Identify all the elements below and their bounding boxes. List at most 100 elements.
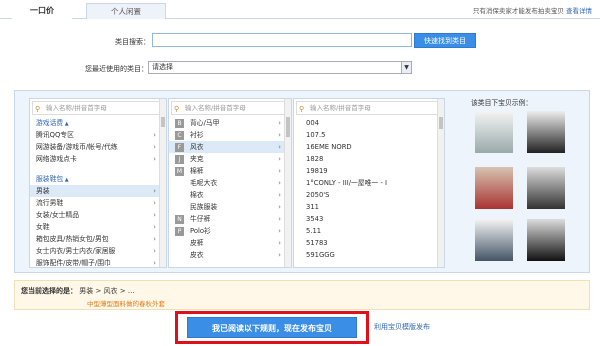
brand-item[interactable]: 16EME NORD	[294, 141, 444, 153]
category-column-3: ⚲ 输入名称/拼音首字母 004 107.5 16EME NORD 1828 19819…	[293, 98, 445, 268]
brand-label: 19819	[306, 167, 328, 175]
category-item[interactable]: 民族服装 ›	[169, 201, 291, 213]
brand-item[interactable]: 107.5	[294, 129, 444, 141]
category-item[interactable]: 女装/女士精品 ›	[30, 209, 166, 221]
category-item[interactable]: 皮衣 ›	[169, 249, 291, 261]
chevron-right-icon: ›	[153, 259, 156, 267]
category-search-input[interactable]	[152, 33, 412, 47]
auction-note-text: 只有消保卖家才能发布拍卖宝贝	[472, 7, 564, 15]
brand-label: 2050'S	[306, 191, 330, 199]
category-item[interactable]: 网络游戏点卡 ›	[30, 153, 166, 165]
brand-item[interactable]: 2050'S	[294, 189, 444, 201]
brand-item[interactable]: 004	[294, 117, 444, 129]
chevron-right-icon: ›	[278, 179, 281, 187]
brand-label: 1°CONLY - III/一屋唯一 - I	[306, 179, 387, 187]
group-label: 游戏话费	[36, 119, 64, 127]
samples-title: 该类目下宝贝示例：	[471, 99, 533, 107]
column-3-placeholder: 输入名称/拼音首字母	[310, 104, 371, 112]
recent-category-value: 请选择	[152, 63, 173, 71]
category-label: 皮衣	[190, 251, 204, 259]
brand-label: 311	[306, 203, 319, 211]
category-item[interactable]: 女鞋 ›	[30, 221, 166, 233]
chevron-right-icon: ›	[153, 223, 156, 231]
brand-item[interactable]: 591GGG	[294, 249, 444, 261]
search-icon: ⚲	[35, 105, 41, 113]
category-item[interactable]: 毛呢大衣 ›	[169, 177, 291, 189]
chevron-up-icon: ▲	[63, 121, 69, 127]
view-details-link[interactable]: 查看详情	[566, 7, 592, 15]
sample-image[interactable]	[527, 219, 565, 261]
column-1-search[interactable]: ⚲ 输入名称/拼音首字母	[32, 101, 164, 115]
sample-image[interactable]	[527, 167, 565, 209]
brand-item[interactable]: 1828	[294, 153, 444, 165]
category-group: 服装鞋包 ▲	[30, 173, 166, 185]
chevron-right-icon: ›	[153, 155, 156, 163]
category-item[interactable]: F 风衣 ›	[169, 141, 291, 153]
publish-button[interactable]: 我已阅读以下规则，现在发布宝贝	[187, 317, 357, 338]
sample-image[interactable]	[475, 167, 513, 209]
quick-find-category-button[interactable]: 快速找到类目	[414, 33, 476, 48]
template-publish-link[interactable]: 利用宝贝模版发布	[374, 322, 430, 332]
sample-image[interactable]	[527, 111, 565, 153]
category-column-2: ⚲ 输入名称/拼音首字母 B 背心/马甲 › C 衬衫 › F 风衣 › J 夹克 › M 棉裤 › 毛呢大衣…	[168, 98, 292, 268]
category-item[interactable]: 棉衣 ›	[169, 189, 291, 201]
selection-path: 男装 > 风衣 > ...	[79, 287, 135, 295]
category-item[interactable]: M 棉裤 ›	[169, 165, 291, 177]
category-item[interactable]	[30, 165, 166, 173]
chevron-up-icon: ▲	[63, 177, 69, 183]
scrollbar[interactable]	[284, 99, 291, 267]
category-item[interactable]: C 衬衫 ›	[169, 129, 291, 141]
category-item[interactable]: J 夹克 ›	[169, 153, 291, 165]
brand-item[interactable]: 19819	[294, 165, 444, 177]
category-item[interactable]: 箱包皮具/热销女包/男包 ›	[30, 233, 166, 245]
column-3-search[interactable]: ⚲ 输入名称/拼音首字母	[296, 101, 442, 115]
auction-note: 只有消保卖家才能发布拍卖宝贝 查看详情	[473, 5, 592, 15]
sample-image[interactable]	[475, 111, 513, 153]
category-item[interactable]: 女士内衣/男士内衣/家居服 ›	[30, 245, 166, 257]
brand-label: 16EME NORD	[306, 143, 352, 151]
category-label: 棉裤	[190, 167, 204, 175]
category-item[interactable]: 服饰配件/皮带/帽子/围巾 ›	[30, 257, 166, 267]
category-label: 箱包皮具/热销女包/男包	[36, 235, 109, 243]
brand-item[interactable]: 311	[294, 201, 444, 213]
column-2-search[interactable]: ⚲ 输入名称/拼音首字母	[171, 101, 289, 115]
brand-label: 3543	[306, 215, 324, 223]
brand-item[interactable]: 51783	[294, 237, 444, 249]
brand-item[interactable]: 1°CONLY - III/一屋唯一 - I	[294, 177, 444, 189]
category-item[interactable]: B 背心/马甲 ›	[169, 117, 291, 129]
category-label: 女鞋	[36, 223, 50, 231]
brand-label: 004	[306, 119, 319, 127]
letter-index: C	[175, 130, 184, 140]
recent-category-select[interactable]: 请选择 ▼	[148, 61, 412, 74]
category-item[interactable]: N 牛仔裤 ›	[169, 213, 291, 225]
category-item[interactable]: 男装 ›	[30, 185, 166, 197]
category-label: 女装/女士精品	[36, 211, 80, 219]
tab-fixed-price[interactable]: 一口价	[12, 2, 72, 19]
letter-index: B	[175, 118, 184, 128]
tab-personal-idle[interactable]: 个人闲置	[86, 3, 166, 19]
recent-category-label: 您最近使用的类目：	[85, 65, 148, 73]
chevron-right-icon: ›	[278, 191, 281, 199]
category-item[interactable]: 皮裤 ›	[169, 237, 291, 249]
chevron-right-icon: ›	[153, 247, 156, 255]
brand-label: 107.5	[306, 131, 326, 139]
category-item[interactable]: 网游装备/游戏币/帐号/代练 ›	[30, 141, 166, 153]
category-item[interactable]: 腾讯QQ专区 ›	[30, 129, 166, 141]
chevron-right-icon: ›	[153, 143, 156, 151]
letter-index: P	[175, 226, 184, 236]
sample-image[interactable]	[475, 219, 513, 261]
category-item[interactable]: P Polo衫 ›	[169, 225, 291, 237]
category-label: 网络游戏点卡	[36, 155, 77, 163]
chevron-right-icon: ›	[278, 227, 281, 235]
brand-item[interactable]: 5.11	[294, 225, 444, 237]
category-label: 夹克	[190, 155, 204, 163]
category-item[interactable]: 流行男鞋 ›	[30, 197, 166, 209]
category-group: 游戏话费 ▲	[30, 117, 166, 129]
scrollbar[interactable]	[437, 99, 444, 267]
chevron-right-icon: ›	[153, 199, 156, 207]
brand-label: 591GGG	[306, 251, 335, 259]
chevron-down-icon: ▼	[401, 62, 411, 73]
scrollbar[interactable]	[159, 99, 166, 267]
brand-item[interactable]: 3543	[294, 213, 444, 225]
brand-label: 1828	[306, 155, 324, 163]
